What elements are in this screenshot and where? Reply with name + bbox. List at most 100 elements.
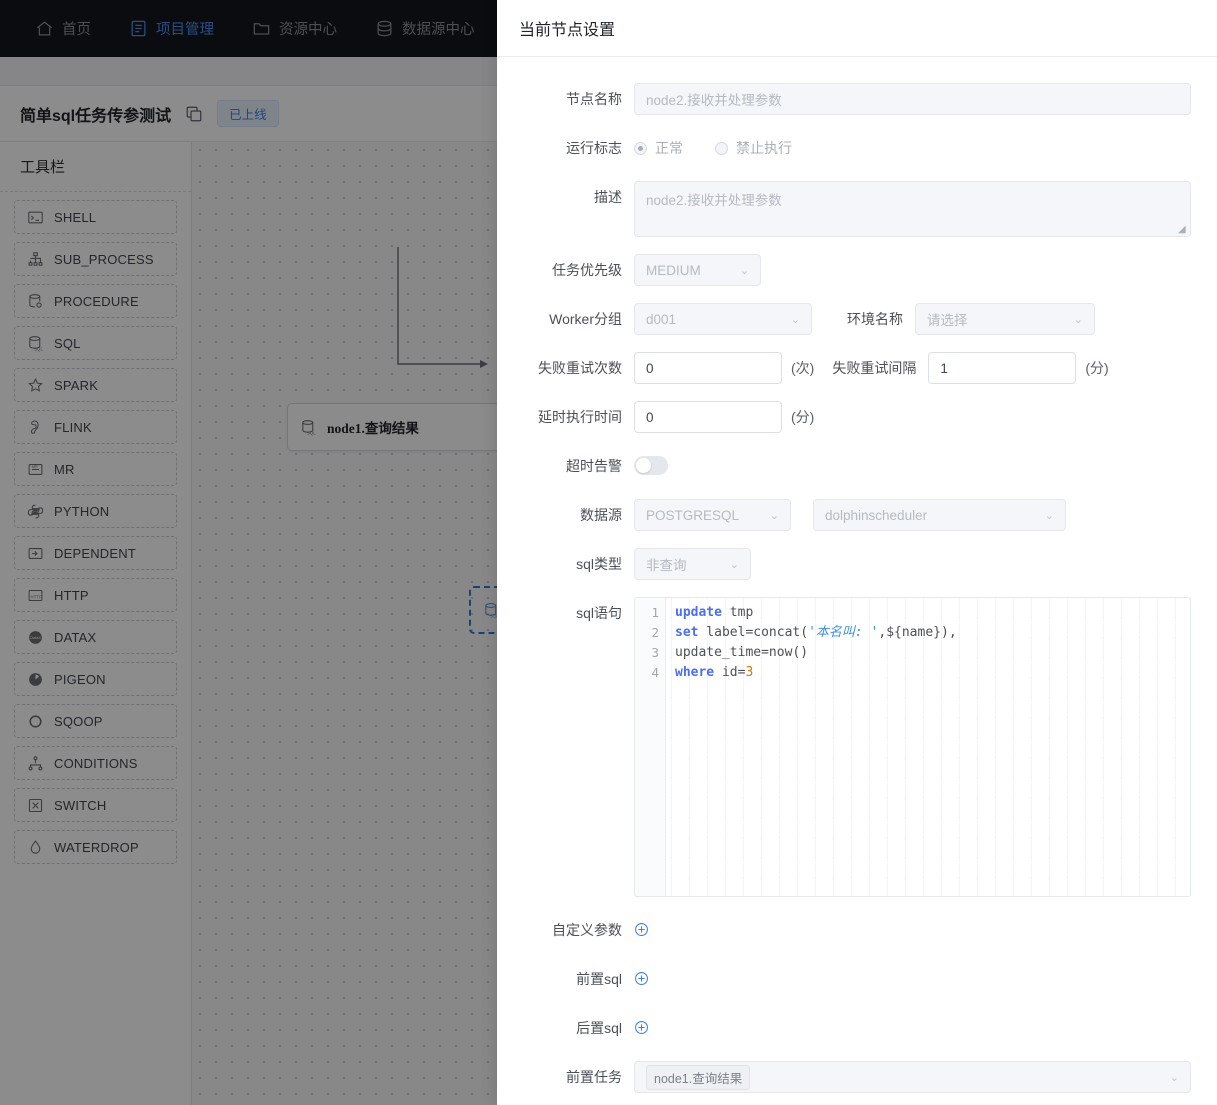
chevron-down-icon: ⌄ [729, 558, 739, 571]
field-label: 节点名称 [566, 91, 622, 107]
panel-header: 当前节点设置 [497, 0, 1217, 57]
select-value: MEDIUM [646, 262, 701, 278]
svg-text:SQL: SQL [34, 346, 43, 351]
toolbar-item-label: CONDITIONS [54, 755, 138, 771]
code-token: update_time=now() [675, 645, 809, 660]
code-token: 3 [745, 665, 754, 680]
toolbar-item-flink[interactable]: FLINK [14, 410, 177, 444]
svg-text:SQL: SQL [307, 430, 316, 435]
field-task-priority: 任务优先级 MEDIUM ⌄ [497, 254, 1217, 286]
toolbar-item-sql[interactable]: SQL SQL [14, 326, 177, 360]
worker-group-select[interactable]: d001 ⌄ [634, 303, 812, 335]
retry-times-unit: (次) [791, 360, 815, 376]
radio-dot-icon [634, 141, 647, 155]
select-value: 非查询 [646, 558, 687, 573]
field-retry-row: 失败重试次数 0 (次) 失败重试间隔 1 (分) [497, 352, 1217, 384]
toolbar-item-waterdrop[interactable]: WATERDROP [14, 830, 177, 864]
code-token: '本名叫: ' [808, 625, 879, 640]
retry-interval-input[interactable]: 1 [928, 352, 1077, 384]
line-number: 4 [651, 665, 659, 680]
nav-item-datasource-center[interactable]: 数据源中心 [356, 0, 494, 57]
field-label: 超时告警 [566, 458, 622, 474]
squirrel-icon [27, 419, 44, 436]
sql-type-select[interactable]: 非查询 ⌄ [634, 548, 751, 580]
description-textarea[interactable]: node2.接收并处理参数 ◢ [634, 181, 1191, 237]
sql-code-editor[interactable]: 1234 update tmp set label=concat('本名叫: ',… [634, 597, 1191, 897]
field-label: 运行标志 [566, 140, 622, 156]
code-token: label=concat( [698, 625, 809, 640]
field-label: sql语句 [576, 605, 622, 621]
nav-item-resource-center[interactable]: 资源中心 [233, 0, 356, 57]
toolbar-item-spark[interactable]: SPARK [14, 368, 177, 402]
toolbar-item-label: SQL [54, 335, 81, 351]
toolbar-item-python[interactable]: PYTHON [14, 494, 177, 528]
database-sql-icon: SQL [300, 419, 317, 436]
toolbar-item-mr[interactable]: MR MR [14, 452, 177, 486]
task-priority-select[interactable]: MEDIUM ⌄ [634, 254, 761, 286]
chevron-down-icon: ⌄ [739, 264, 749, 277]
toolbar-item-http[interactable]: HTTP HTTP [14, 578, 177, 612]
toolbar-item-switch[interactable]: SWITCH [14, 788, 177, 822]
line-number: 3 [651, 645, 659, 660]
field-label: sql类型 [576, 556, 622, 572]
mr-icon: MR [27, 461, 44, 478]
nav-item-project-management[interactable]: 项目管理 [110, 0, 233, 57]
chevron-down-icon: ⌄ [1169, 1071, 1179, 1084]
delay-time-input[interactable]: 0 [634, 401, 782, 433]
toolbar-item-shell[interactable]: SHELL [14, 200, 177, 234]
nav-label: 首页 [62, 22, 91, 38]
code-line: update tmp [675, 603, 1190, 623]
toolbar-item-label: SWITCH [54, 797, 107, 813]
datasource-instance-select[interactable]: dolphinscheduler ⌄ [813, 499, 1066, 531]
radio-run-flag-forbidden[interactable]: 禁止执行 [715, 138, 792, 158]
pre-tasks-select[interactable]: node1.查询结果 ⌄ [634, 1061, 1191, 1093]
datasource-type-select[interactable]: POSTGRESQL ⌄ [634, 499, 791, 531]
panel-form: 节点名称 node2.接收并处理参数 运行标志 正常 禁止执行 描述 node2… [497, 57, 1217, 1093]
radio-run-flag-normal[interactable]: 正常 [634, 138, 683, 158]
toolbar-item-sqoop[interactable]: SQOOP [14, 704, 177, 738]
node-label: node1.查询结果 [327, 421, 419, 436]
nav-item-home[interactable]: 首页 [16, 0, 110, 57]
environment-select[interactable]: 请选择 ⌄ [915, 303, 1095, 335]
field-label: 任务优先级 [552, 262, 622, 278]
resize-grip-icon[interactable]: ◢ [1178, 225, 1188, 235]
plus-circle-icon[interactable] [634, 1020, 649, 1035]
copy-icon[interactable] [185, 105, 203, 123]
field-post-sql: 后置sql [497, 1012, 1217, 1044]
toolbar-item-procedure[interactable]: PROCEDURE [14, 284, 177, 318]
field-label: 描述 [594, 189, 622, 205]
folder-icon [252, 19, 271, 38]
toolbar-item-label: FLINK [54, 419, 92, 435]
toolbar-item-sub-process[interactable]: SUB_PROCESS [14, 242, 177, 276]
select-value: 请选择 [927, 313, 968, 328]
plus-circle-icon[interactable] [634, 922, 649, 937]
toolbar-item-label: PIGEON [54, 671, 106, 687]
toolbar-item-label: DEPENDENT [54, 545, 136, 561]
star-icon [27, 377, 44, 394]
nav-label: 项目管理 [156, 22, 214, 38]
editor-code-content[interactable]: update tmp set label=concat('本名叫: ',${nam… [666, 598, 1190, 896]
toolbar-panel: 工具栏 SHELL SUB_PROCESS PROCEDURE SQL SQL … [0, 142, 192, 1105]
field-label-environment: 环境名称 [847, 311, 903, 327]
toolbar-item-dependent[interactable]: DEPENDENT [14, 536, 177, 570]
toolbar-item-pigeon[interactable]: PIGEON [14, 662, 177, 696]
toolbar-item-conditions[interactable]: CONDITIONS [14, 746, 177, 780]
retry-times-input[interactable]: 0 [634, 352, 782, 384]
home-icon [35, 19, 54, 38]
field-label: 前置任务 [566, 1069, 622, 1085]
field-sql-statement: sql语句 1234 update tmp set label=concat('本… [497, 597, 1217, 897]
nav-label: 资源中心 [279, 22, 337, 38]
code-token: tmp [721, 605, 754, 620]
node-name-input[interactable]: node2.接收并处理参数 [634, 83, 1191, 115]
line-number: 1 [651, 605, 659, 620]
field-label: 后置sql [576, 1020, 622, 1036]
code-token: set [675, 625, 699, 640]
field-label: 数据源 [580, 507, 622, 523]
field-sql-type: sql类型 非查询 ⌄ [497, 548, 1217, 580]
toolbar-item-datax[interactable]: DataX DATAX [14, 620, 177, 654]
svg-text:HTTP: HTTP [31, 594, 43, 599]
plus-circle-icon[interactable] [634, 971, 649, 986]
timeout-alarm-toggle[interactable] [634, 456, 668, 475]
toolbar-item-label: MR [54, 461, 75, 477]
field-label: 失败重试次数 [538, 360, 622, 376]
